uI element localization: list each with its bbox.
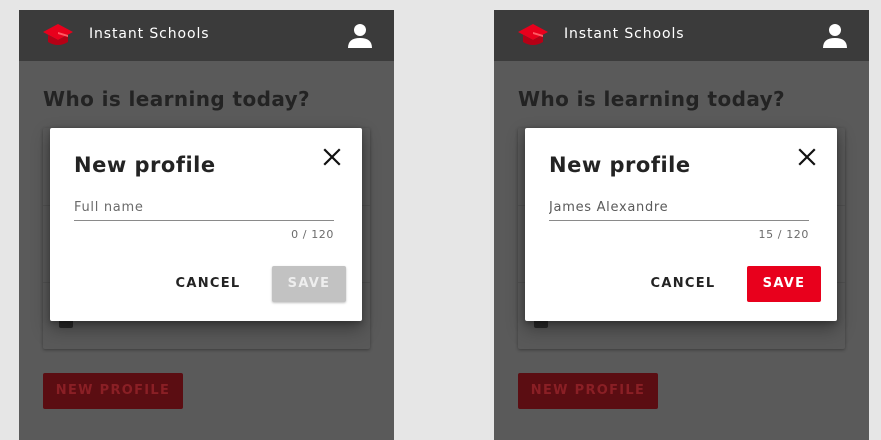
character-counter: 15 / 120 (758, 228, 809, 241)
app-title: Instant Schools (564, 26, 685, 42)
new-profile-dialog: New profile 0 / 120 CANCEL SAVE (50, 128, 362, 321)
graduation-cap-icon (518, 24, 548, 45)
close-icon[interactable] (795, 145, 819, 169)
account-icon[interactable] (346, 22, 374, 50)
new-profile-button[interactable]: NEW PROFILE (43, 373, 183, 409)
account-icon[interactable] (821, 22, 849, 50)
dialog-title: New profile (549, 153, 691, 177)
new-profile-dialog: New profile 15 / 120 CANCEL SAVE (525, 128, 837, 321)
app-title: Instant Schools (89, 26, 210, 42)
page-heading: Who is learning today? (518, 87, 786, 111)
save-button[interactable]: SAVE (747, 266, 821, 302)
close-icon[interactable] (320, 145, 344, 169)
full-name-input[interactable] (74, 194, 334, 221)
page-heading: Who is learning today? (43, 87, 311, 111)
phone-screen-filled: Instant Schools Who is learning today? N… (494, 10, 869, 440)
app-bar: Instant Schools (494, 10, 869, 61)
cancel-button[interactable]: CANCEL (170, 266, 246, 302)
graduation-cap-icon (43, 24, 73, 45)
new-profile-button[interactable]: NEW PROFILE (518, 373, 658, 409)
save-button[interactable]: SAVE (272, 266, 346, 302)
dialog-title: New profile (74, 153, 216, 177)
full-name-input[interactable] (549, 194, 809, 221)
character-counter: 0 / 120 (291, 228, 334, 241)
phone-screen-empty: Instant Schools Who is learning today? N… (19, 10, 394, 440)
cancel-button[interactable]: CANCEL (645, 266, 721, 302)
app-bar: Instant Schools (19, 10, 394, 61)
